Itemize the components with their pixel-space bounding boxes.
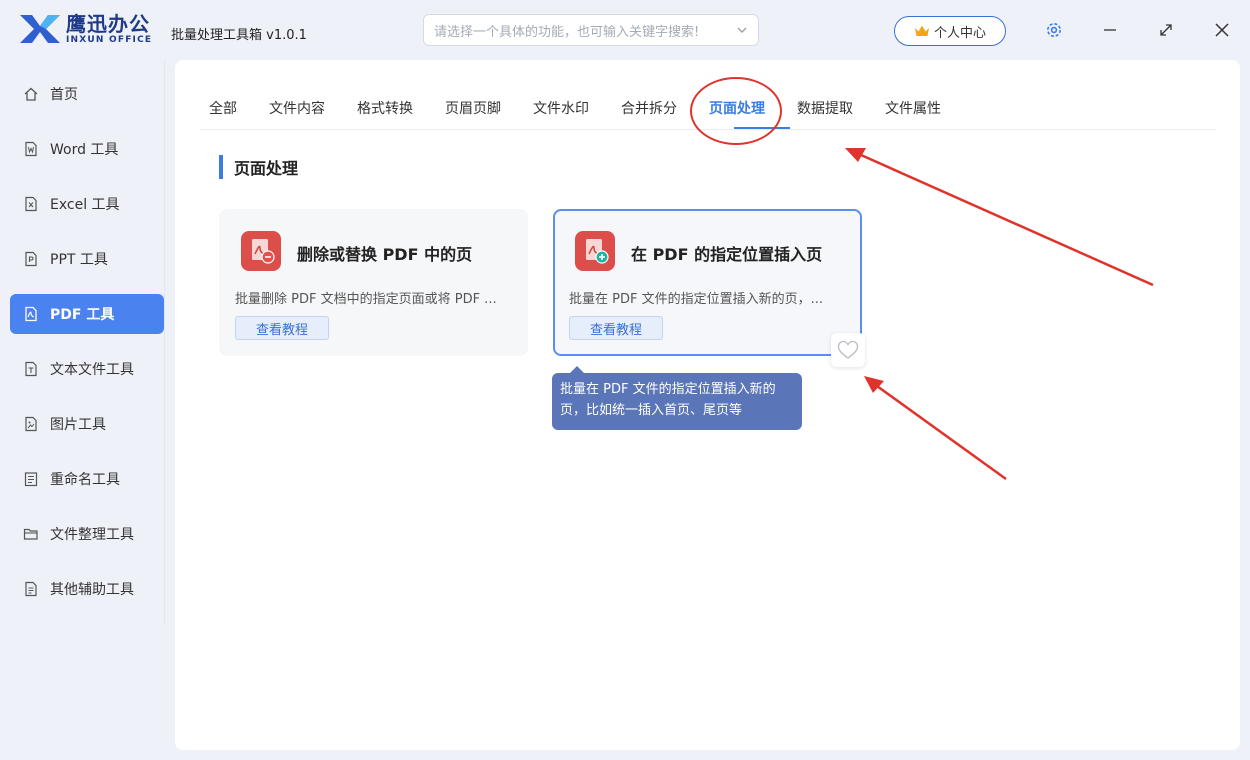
app-title: 批量处理工具箱 v1.0.1	[171, 28, 307, 43]
tab-merge-split[interactable]: 合并拆分	[621, 98, 677, 118]
heart-icon	[837, 340, 859, 359]
sidebar-item-label: PDF 工具	[50, 307, 115, 323]
tooltip-line-1: 批量在 PDF 文件的指定位置插入新的	[560, 382, 776, 397]
gear-icon	[1047, 23, 1061, 37]
sidebar-item-label: 文本文件工具	[50, 362, 134, 378]
search-placeholder: 请选择一个具体的功能，也可输入关键字搜索!	[434, 24, 700, 40]
card-tooltip: 批量在 PDF 文件的指定位置插入新的 页，比如统一插入首页、尾页等	[552, 366, 802, 430]
card-title: 在 PDF 的指定位置插入页	[631, 245, 823, 264]
minimize-icon	[1104, 29, 1116, 31]
sidebar-item-image[interactable]: 图片工具	[10, 404, 164, 444]
tool-file-icon	[23, 581, 39, 597]
annotation-circle	[690, 77, 782, 145]
tool-card-delete-replace-pages[interactable]: 删除或替换 PDF 中的页 批量删除 PDF 文档中的指定页面或将 PDF ..…	[219, 209, 528, 356]
tab-header-footer[interactable]: 页眉页脚	[445, 98, 501, 118]
logo-english-name: INXUN OFFICE	[66, 34, 153, 45]
sidebar-item-label: Word 工具	[50, 142, 119, 158]
sidebar-item-other[interactable]: 其他辅助工具	[10, 569, 164, 609]
card-description: 批量删除 PDF 文档中的指定页面或将 PDF ...	[235, 292, 497, 307]
tab-data-extraction[interactable]: 数据提取	[797, 98, 853, 118]
sidebar-item-home[interactable]: 首页	[10, 74, 164, 114]
sidebar-item-organize[interactable]: 文件整理工具	[10, 514, 164, 554]
main-panel: 全部 文件内容 格式转换 页眉页脚 文件水印 合并拆分 页面处理 数据提取 文件…	[175, 60, 1240, 750]
card-title: 删除或替换 PDF 中的页	[297, 245, 473, 264]
card-description: 批量在 PDF 文件的指定位置插入新的页，...	[569, 292, 823, 307]
sidebar-item-text[interactable]: 文本文件工具	[10, 349, 164, 389]
pdf-insert-icon	[575, 231, 615, 271]
logo-mark-icon	[20, 15, 60, 43]
title-bar: 鹰迅办公 INXUN OFFICE 批量处理工具箱 v1.0.1 请选择一个具体…	[0, 0, 1250, 60]
crown-icon	[914, 25, 929, 36]
minimize-button[interactable]	[1098, 18, 1122, 42]
maximize-button[interactable]	[1154, 18, 1178, 42]
tooltip-line-2: 页，比如统一插入首页、尾页等	[560, 403, 743, 418]
sidebar: 首页 Word 工具 Excel 工具 PPT 工具 PDF 工具 文本文件工具	[0, 60, 165, 760]
tab-file-content[interactable]: 文件内容	[269, 98, 325, 118]
section-title: 页面处理	[219, 155, 298, 179]
favorite-button[interactable]	[831, 333, 865, 367]
ppt-file-icon	[23, 251, 39, 267]
expand-icon	[1160, 24, 1172, 36]
sidebar-item-word[interactable]: Word 工具	[10, 129, 164, 169]
sidebar-item-rename[interactable]: 重命名工具	[10, 459, 164, 499]
tool-card-insert-pages[interactable]: 在 PDF 的指定位置插入页 批量在 PDF 文件的指定位置插入新的页，... …	[553, 209, 862, 356]
user-center-label: 个人中心	[933, 25, 986, 41]
logo-chinese-name: 鹰迅办公	[66, 11, 150, 36]
sidebar-item-excel[interactable]: Excel 工具	[10, 184, 164, 224]
sidebar-item-label: PPT 工具	[50, 252, 108, 268]
sidebar-item-label: 首页	[50, 87, 78, 103]
sidebar-item-label: 其他辅助工具	[50, 582, 134, 598]
sidebar-item-ppt[interactable]: PPT 工具	[10, 239, 164, 279]
close-button[interactable]	[1210, 18, 1234, 42]
word-file-icon	[23, 141, 39, 157]
rename-icon	[23, 471, 39, 487]
tab-all[interactable]: 全部	[209, 98, 237, 118]
text-file-icon	[23, 361, 39, 377]
pdf-remove-icon	[241, 231, 281, 271]
search-input[interactable]: 请选择一个具体的功能，也可输入关键字搜索!	[423, 14, 759, 46]
chevron-down-icon[interactable]	[736, 24, 748, 36]
sidebar-divider	[164, 60, 165, 625]
home-icon	[23, 86, 39, 102]
excel-file-icon	[23, 196, 39, 212]
user-center-button[interactable]: 个人中心	[894, 16, 1006, 46]
view-tutorial-button[interactable]: 查看教程	[569, 316, 663, 340]
folder-icon	[23, 526, 39, 542]
tab-file-properties[interactable]: 文件属性	[885, 98, 941, 118]
sidebar-item-pdf[interactable]: PDF 工具	[10, 294, 164, 334]
sidebar-item-label: Excel 工具	[50, 197, 120, 213]
settings-button[interactable]	[1042, 18, 1066, 42]
app-logo: 鹰迅办公 INXUN OFFICE	[18, 12, 152, 46]
close-icon	[1215, 23, 1229, 37]
pdf-file-icon	[23, 306, 39, 322]
tooltip-arrow	[570, 366, 584, 373]
tab-watermark[interactable]: 文件水印	[533, 98, 589, 118]
view-tutorial-button[interactable]: 查看教程	[235, 316, 329, 340]
sidebar-item-label: 重命名工具	[50, 472, 120, 488]
image-file-icon	[23, 416, 39, 432]
tab-format-conversion[interactable]: 格式转换	[357, 98, 413, 118]
sidebar-item-label: 图片工具	[50, 417, 106, 433]
sidebar-item-label: 文件整理工具	[50, 527, 134, 543]
